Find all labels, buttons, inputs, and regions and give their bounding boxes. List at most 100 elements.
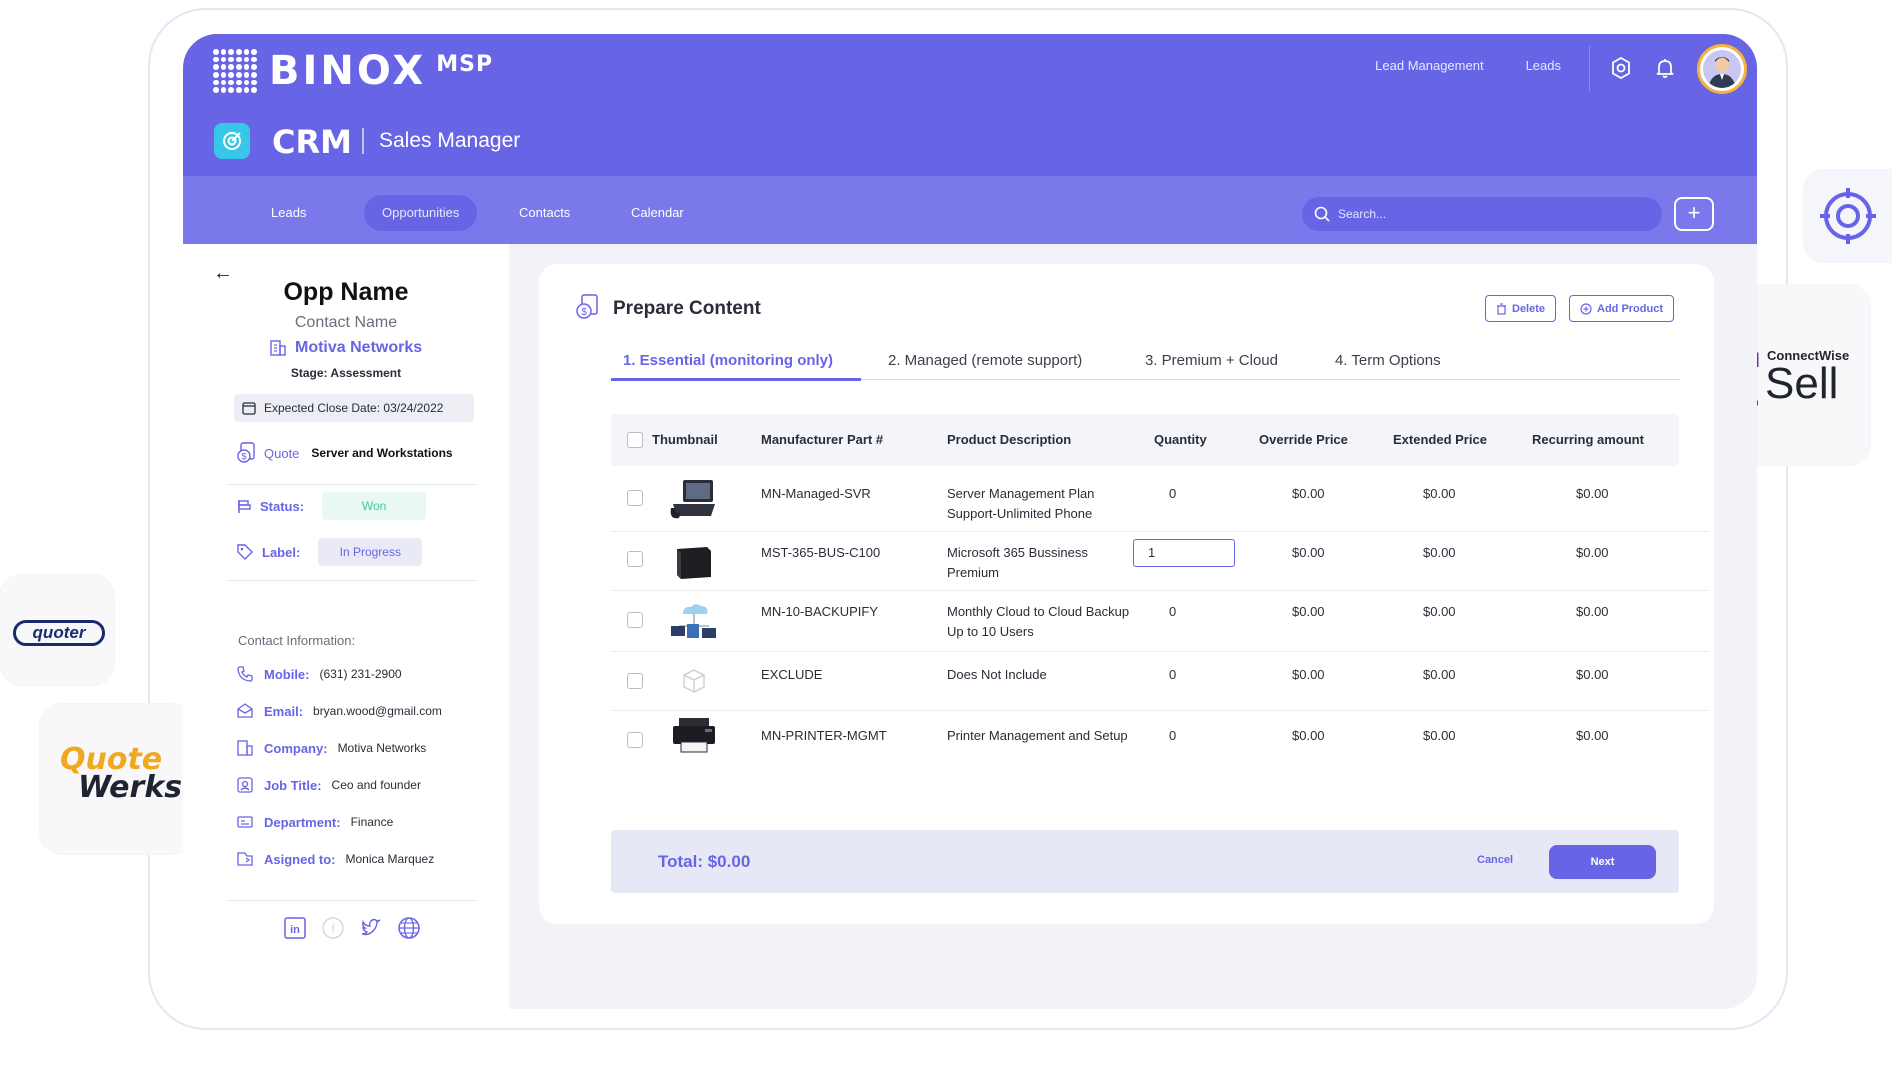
contact-department-row: Department: Finance — [236, 813, 393, 831]
server-box-thumbnail — [677, 547, 711, 579]
recurring-amount: $0.00 — [1576, 604, 1609, 619]
cancel-button[interactable]: Cancel — [1477, 854, 1513, 866]
building-icon — [237, 740, 253, 756]
contact-value: Ceo and founder — [331, 778, 421, 792]
part-number: MST-365-BUS-C100 — [761, 545, 881, 560]
delete-label: Delete — [1512, 302, 1546, 315]
row-checkbox[interactable] — [627, 612, 643, 628]
contact-key: Department: — [264, 814, 341, 830]
col-thumbnail: Thumbnail — [652, 432, 718, 447]
twitter-icon[interactable] — [359, 916, 383, 940]
contact-email-row: Email: bryan.wood@gmail.com — [236, 702, 442, 720]
top-nav: Lead Management Leads — [1375, 58, 1561, 73]
row-checkbox[interactable] — [627, 732, 643, 748]
content-title: Prepare Content — [613, 298, 761, 319]
part-number: MN-10-BACKUPIFY — [761, 604, 879, 619]
quantity[interactable]: 0 — [1169, 728, 1176, 743]
target-icon — [1820, 188, 1876, 244]
tag-icon — [237, 544, 253, 560]
dollar-doc-icon: $ — [576, 294, 598, 319]
header: BINOX MSP Lead Management Leads CRM Sale… — [183, 34, 1757, 244]
total-amount: Total: $0.00 — [658, 852, 751, 871]
row-checkbox[interactable] — [627, 490, 643, 506]
total-bar: Total: $0.00 Cancel Next — [611, 830, 1679, 893]
brand-name: BINOX — [269, 48, 427, 94]
status-label: Status: — [260, 498, 305, 514]
svg-text:in: in — [290, 924, 300, 936]
quote-value[interactable]: Server and Workstations — [311, 446, 452, 460]
tab-premium-cloud[interactable]: 3. Premium + Cloud — [1145, 352, 1278, 369]
close-date: Expected Close Date: 03/24/2022 — [234, 394, 474, 422]
contact-value: Monica Marquez — [345, 852, 435, 866]
tab-managed[interactable]: 2. Managed (remote support) — [888, 352, 1082, 369]
recurring-amount: $0.00 — [1576, 486, 1609, 501]
add-product-button[interactable]: Add Product — [1569, 295, 1674, 322]
globe-icon[interactable] — [397, 916, 421, 940]
contact-value[interactable]: bryan.wood@gmail.com — [313, 704, 442, 718]
tab-opportunities[interactable]: Opportunities — [364, 195, 478, 231]
label-row: Label: In Progress — [236, 538, 423, 566]
id-card-icon — [237, 816, 253, 828]
quotewerks-label-2: Werks — [78, 770, 183, 805]
tab-contacts[interactable]: Contacts — [501, 195, 588, 231]
override-price: $0.00 — [1292, 728, 1325, 743]
select-all-checkbox[interactable] — [627, 432, 643, 448]
company-link[interactable]: Motiva Networks — [269, 339, 422, 357]
label-badge[interactable]: In Progress — [318, 538, 423, 566]
recurring-amount: $0.00 — [1576, 728, 1609, 743]
phone-icon — [237, 666, 253, 682]
quantity[interactable]: 0 — [1169, 667, 1176, 682]
tab-essential[interactable]: 1. Essential (monitoring only) — [623, 352, 833, 369]
table-row: MN-Managed-SVR Server Management Plan Su… — [611, 474, 1709, 532]
facebook-icon[interactable]: f — [321, 916, 345, 940]
col-extended: Extended Price — [1393, 432, 1487, 447]
nav-lead-management[interactable]: Lead Management — [1375, 58, 1483, 73]
printer-thumbnail — [673, 718, 715, 753]
quantity-input[interactable]: 1 — [1133, 539, 1235, 567]
quote-row: $ Quote Server and Workstations — [236, 442, 453, 464]
sell-label: Sell — [1765, 359, 1839, 408]
tab-calendar[interactable]: Calendar — [613, 195, 702, 231]
row-checkbox[interactable] — [627, 551, 643, 567]
delete-button[interactable]: Delete — [1485, 295, 1557, 322]
extended-price: $0.00 — [1423, 604, 1456, 619]
quantity[interactable]: 0 — [1169, 486, 1176, 501]
contact-info-title: Contact Information: — [238, 633, 356, 648]
nav-leads[interactable]: Leads — [1526, 58, 1561, 73]
table-row: MST-365-BUS-C100 Microsoft 365 Bussiness… — [611, 533, 1709, 591]
quantity[interactable]: 0 — [1169, 604, 1176, 619]
next-button[interactable]: Next — [1549, 845, 1656, 879]
override-price: $0.00 — [1292, 604, 1325, 619]
avatar-image — [1703, 50, 1741, 88]
gear-icon[interactable] — [1609, 56, 1633, 80]
label-label: Label: — [262, 544, 301, 560]
bell-icon[interactable] — [1653, 56, 1677, 80]
svg-text:$: $ — [241, 452, 246, 462]
extended-price: $0.00 — [1423, 545, 1456, 560]
badge-icon — [237, 777, 253, 793]
product-description: Monthly Cloud to Cloud Backup Up to 10 U… — [947, 604, 1130, 639]
status-badge[interactable]: Won — [322, 492, 427, 520]
brand-logo: BINOX MSP — [213, 48, 493, 94]
contact-value: Motiva Networks — [337, 741, 427, 755]
phone-device-thumbnail — [670, 480, 715, 519]
avatar[interactable] — [1697, 44, 1747, 94]
row-checkbox[interactable] — [627, 673, 643, 689]
app-subtitle: Sales Manager — [379, 129, 521, 152]
contact-assigned-row: Asigned to: Monica Marquez — [236, 850, 434, 868]
svg-text:$: $ — [581, 307, 587, 318]
linkedin-icon[interactable]: in — [283, 916, 307, 940]
add-button[interactable]: + — [1674, 197, 1714, 231]
status-row: Status: Won — [236, 492, 427, 520]
extended-price: $0.00 — [1423, 728, 1456, 743]
extended-price: $0.00 — [1423, 667, 1456, 682]
close-date-text: Expected Close Date: 03/24/2022 — [264, 401, 444, 415]
app-title: CRM — [272, 123, 352, 161]
mail-icon — [237, 703, 253, 718]
override-price: $0.00 — [1292, 486, 1325, 501]
search-input[interactable] — [1338, 207, 1638, 221]
tab-term-options[interactable]: 4. Term Options — [1335, 352, 1441, 369]
contact-value[interactable]: (631) 231-2900 — [320, 667, 402, 681]
tab-leads[interactable]: Leads — [253, 195, 324, 231]
contact-key: Company: — [264, 740, 328, 756]
